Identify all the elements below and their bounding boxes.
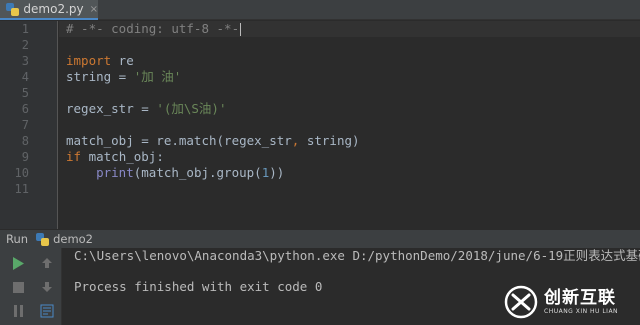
line-number: 1 [21,22,29,36]
line-number: 3 [21,54,29,68]
watermark-subtitle: CHUANG XIN HU LIAN [544,308,619,315]
code-line[interactable]: print(match_obj.group(1)) [66,165,284,181]
tab-demo2-py[interactable]: demo2.py × [0,0,98,20]
play-icon [13,256,24,270]
python-run-config-icon [36,232,50,246]
tab-label: demo2.py [23,2,84,16]
console-line: C:\Users\lenovo\Anaconda3\python.exe D:/… [74,248,640,263]
run-toolbar [0,248,62,325]
line-number: 5 [21,86,29,100]
scroll-up-button[interactable] [38,254,56,272]
line-number: 2 [21,38,29,52]
scroll-down-button[interactable] [38,278,56,296]
line-number-gutter: 1 2 3 4 5 6 7 8 9 10 11 [0,21,58,229]
line-number: 10 [14,166,29,180]
code-line[interactable]: import re [66,53,134,69]
line-number: 4 [21,70,29,84]
arrow-down-icon [42,282,52,292]
code-line[interactable]: # -*- coding: utf-8 -*- [66,21,242,37]
watermark-logo: 创新互联 CHUANG XIN HU LIAN [504,282,638,322]
code-line[interactable]: if match_obj: [66,149,164,165]
pause-icon [13,305,23,317]
close-tab-icon[interactable]: × [90,4,98,15]
stop-button[interactable] [9,278,27,296]
code-line[interactable]: match_obj = re.match(regex_str, string) [66,133,360,149]
line-number: 6 [21,102,29,116]
editor-tab-bar: demo2.py × [0,0,640,20]
arrow-up-icon [42,258,52,268]
wrap-icon [40,304,54,318]
soft-wrap-button[interactable] [38,302,56,320]
pause-button[interactable] [9,302,27,320]
line-number: 9 [21,150,29,164]
python-file-icon [6,2,19,16]
line-number: 7 [21,118,29,132]
text-cursor [240,23,242,36]
brand-logo-icon [504,285,538,319]
run-tab-label[interactable]: Run [6,232,28,246]
code-line[interactable]: regex_str = '(加\S油)' [66,101,226,117]
console-line: Process finished with exit code 0 [74,279,323,294]
code-line[interactable]: string = '加 油' [66,69,181,85]
stop-icon [12,281,24,293]
rerun-button[interactable] [9,254,27,272]
code-editor[interactable]: 1 2 3 4 5 6 7 8 9 10 11 # -*- coding: ut… [0,21,640,229]
run-config-name[interactable]: demo2 [53,232,93,246]
line-number: 11 [14,182,29,196]
run-panel-header: Run demo2 [0,229,640,248]
line-number: 8 [21,134,29,148]
watermark-title: 创新互联 [544,288,616,308]
